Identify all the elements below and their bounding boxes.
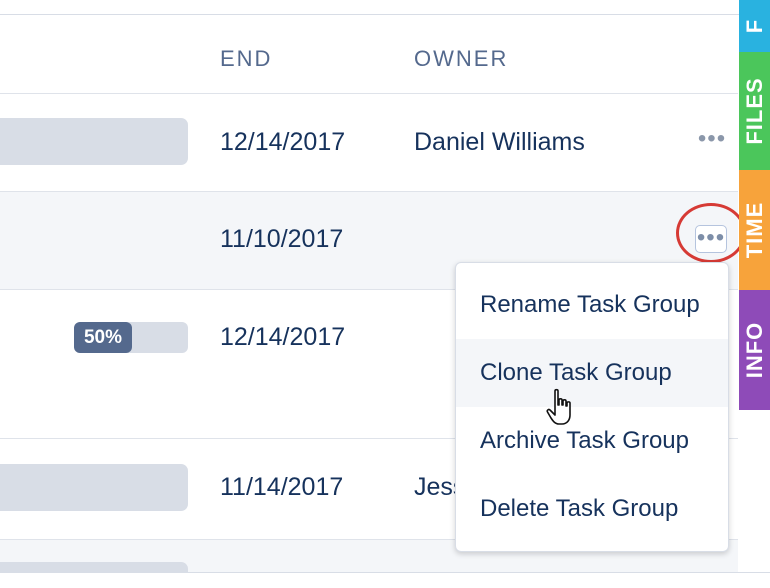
menu-item-delete-task-group[interactable]: Delete Task Group	[456, 475, 728, 543]
menu-item-archive-task-group[interactable]: Archive Task Group	[456, 407, 728, 475]
side-tab-info-label: INFO	[741, 321, 767, 379]
bottom-divider	[0, 572, 770, 573]
row-actions-button[interactable]: •••	[695, 127, 729, 155]
menu-item-rename-task-group[interactable]: Rename Task Group	[456, 271, 728, 339]
side-tab-f-label: F	[741, 18, 767, 34]
hand-pointer-cursor-icon	[546, 388, 571, 425]
column-header-end[interactable]: END	[220, 46, 272, 72]
progress-bar	[0, 464, 188, 511]
table-header: END OWNER	[0, 15, 738, 94]
task-group-panel: END OWNER 12/14/2017 Daniel Williams •••…	[0, 0, 770, 588]
end-date: 11/10/2017	[220, 225, 344, 253]
side-tab-info[interactable]: INFO	[739, 290, 770, 410]
end-date: 12/14/2017	[220, 323, 346, 351]
owner-name[interactable]: Daniel Williams	[414, 128, 585, 157]
callout-highlight-ring	[676, 203, 746, 263]
side-tab-files[interactable]: FILES	[739, 52, 770, 170]
side-tab-f[interactable]: F	[739, 0, 770, 52]
end-date: 12/14/2017	[220, 128, 346, 156]
progress-percent-badge: 50%	[74, 322, 132, 353]
table-row[interactable]: 12/14/2017 Daniel Williams •••	[0, 94, 738, 192]
side-tab-time-label: TIME	[741, 201, 767, 259]
side-tab-files-label: FILES	[741, 77, 767, 145]
column-header-owner[interactable]: OWNER	[414, 46, 508, 72]
progress-bar	[0, 562, 188, 572]
end-date: 11/14/2017	[220, 473, 344, 501]
task-group-actions-menu: Rename Task Group Clone Task Group Archi…	[455, 262, 729, 552]
side-tab-time[interactable]: TIME	[739, 170, 770, 290]
menu-item-clone-task-group[interactable]: Clone Task Group	[456, 339, 728, 407]
progress-bar	[0, 118, 188, 165]
